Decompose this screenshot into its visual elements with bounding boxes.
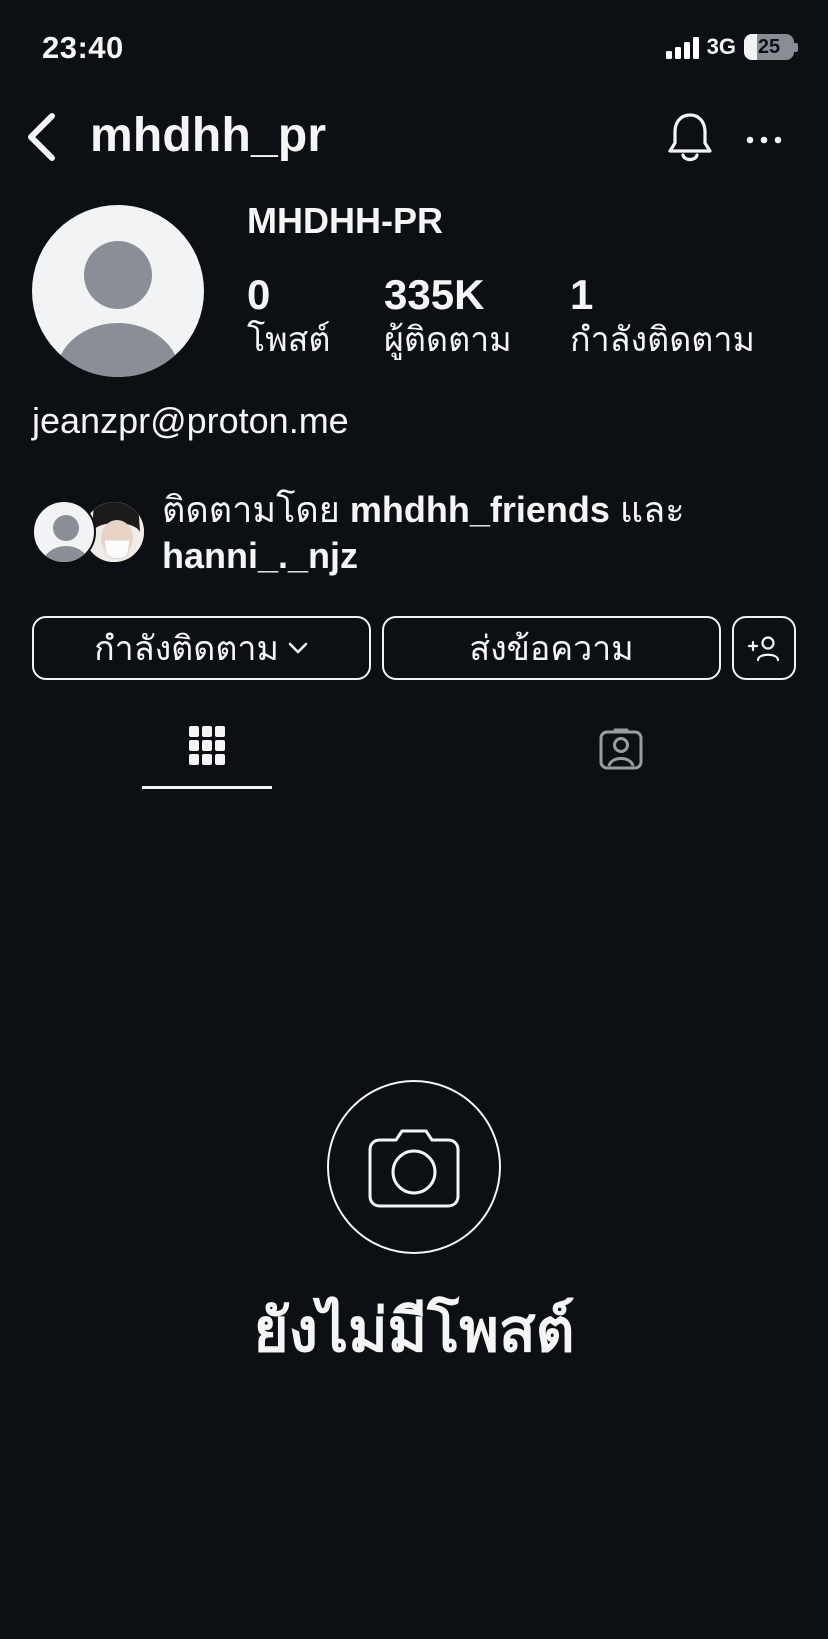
message-button[interactable]: ส่งข้อความ: [382, 616, 721, 680]
followed-by-user-1[interactable]: mhdhh_friends: [350, 489, 610, 530]
mutual-followers-avatars[interactable]: [32, 500, 152, 566]
network-type: 3G: [706, 34, 736, 59]
stat-following[interactable]: 1 กำลังติดตาม: [570, 270, 755, 361]
chevron-down-icon: [288, 642, 308, 654]
stat-following-label: กำลังติดตาม: [570, 321, 755, 360]
avatar: [32, 500, 96, 564]
stat-posts[interactable]: 0 โพสต์: [247, 270, 331, 361]
stat-followers[interactable]: 335K ผู้ติดตาม: [384, 270, 512, 361]
add-user-icon: [747, 636, 780, 662]
empty-state-text: ยังไม่มีโพสต์: [253, 1297, 575, 1364]
profile-username: mhdhh_pr: [90, 109, 327, 162]
stat-posts-count: 0: [247, 271, 271, 318]
followed-by-text[interactable]: ติดตามโดย mhdhh_friends และ hanni_._njz: [162, 487, 782, 579]
signal-icon: [665, 35, 699, 59]
default-avatar-icon: [56, 241, 180, 377]
stat-following-count: 1: [570, 271, 594, 318]
following-button-label: กำลังติดตาม: [94, 630, 279, 668]
followed-by-joiner: และ: [609, 489, 685, 530]
battery-level: 25: [757, 35, 781, 58]
back-button[interactable]: [22, 112, 64, 162]
stat-followers-count: 335K: [384, 271, 485, 318]
tagged-person-icon: [599, 728, 643, 770]
more-options-button[interactable]: [740, 120, 790, 160]
display-name: MHDHH-PR: [247, 200, 443, 241]
bell-icon: [668, 113, 712, 162]
status-indicators: 3G 25: [665, 34, 798, 60]
stat-followers-label: ผู้ติดตาม: [384, 321, 512, 360]
tab-grid[interactable]: [142, 700, 272, 792]
followed-by-user-2[interactable]: hanni_._njz: [162, 535, 358, 576]
add-user-button[interactable]: [732, 616, 796, 680]
following-button[interactable]: กำลังติดตาม: [32, 616, 371, 680]
status-time: 23:40: [42, 30, 124, 65]
bio-text: jeanzpr@proton.me: [32, 400, 349, 441]
notifications-button[interactable]: [665, 110, 715, 166]
message-button-label: ส่งข้อความ: [469, 630, 634, 668]
empty-state-camera: [327, 1080, 501, 1254]
tab-tagged[interactable]: [556, 700, 686, 792]
battery-icon: 25: [744, 34, 798, 60]
stat-posts-label: โพสต์: [247, 321, 331, 360]
more-horizontal-icon: [746, 136, 782, 144]
followed-by-prefix: ติดตามโดย: [162, 489, 350, 530]
grid-icon: [189, 726, 225, 765]
chevron-left-icon: [28, 113, 55, 161]
active-tab-indicator: [142, 786, 272, 789]
profile-avatar[interactable]: [32, 205, 204, 377]
camera-icon: [368, 1129, 460, 1208]
